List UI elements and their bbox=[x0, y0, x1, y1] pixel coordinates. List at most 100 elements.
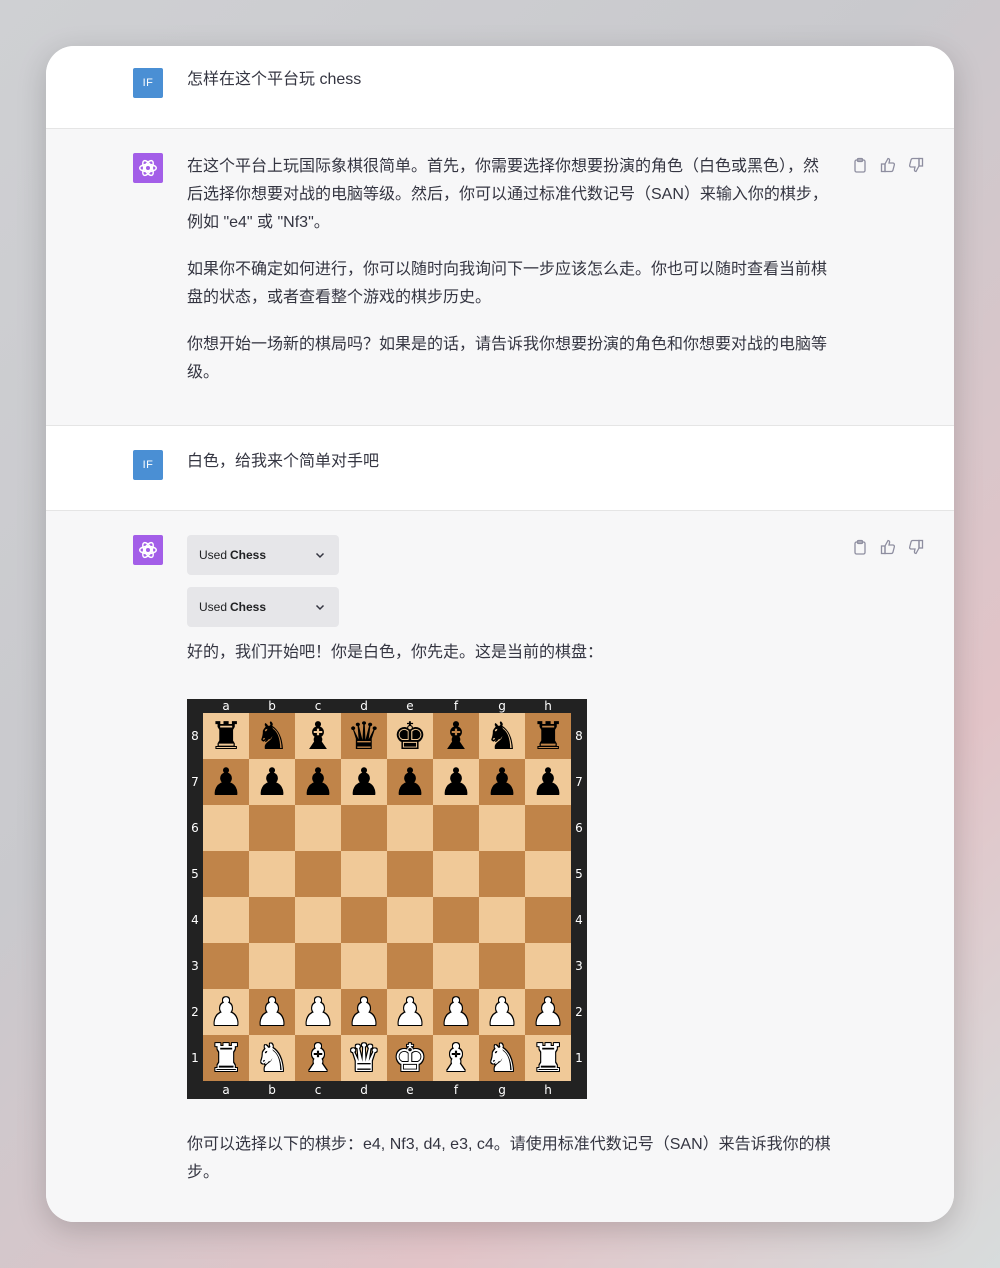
square-g2: ♟ bbox=[479, 989, 525, 1035]
white-pawn-icon: ♟ bbox=[346, 990, 382, 1034]
paragraph: 你想开始一场新的棋局吗？如果是的话，请告诉我你想要扮演的角色和你想要对战的电脑等… bbox=[187, 336, 828, 381]
file-label: f bbox=[453, 1083, 459, 1097]
square-f6 bbox=[433, 805, 479, 851]
rank-label: 4 bbox=[575, 913, 583, 927]
square-e3 bbox=[387, 943, 433, 989]
square-a1: ♜ bbox=[203, 1035, 249, 1081]
black-pawn-icon: ♟ bbox=[208, 760, 244, 804]
clipboard-icon[interactable] bbox=[852, 157, 868, 173]
square-f8: ♝ bbox=[433, 713, 479, 759]
rank-label: 4 bbox=[191, 913, 199, 927]
assistant-message-1: 在这个平台上玩国际象棋很简单。首先，你需要选择你想要扮演的角色（白色或黑色），然… bbox=[46, 129, 954, 425]
assistant-avatar bbox=[133, 535, 163, 565]
square-g3 bbox=[479, 943, 525, 989]
white-pawn-icon: ♟ bbox=[484, 990, 520, 1034]
white-pawn-icon: ♟ bbox=[438, 990, 474, 1034]
square-h4 bbox=[525, 897, 571, 943]
black-pawn-icon: ♟ bbox=[346, 760, 382, 804]
square-h6 bbox=[525, 805, 571, 851]
rank-label: 2 bbox=[575, 1005, 583, 1019]
clipboard-icon[interactable] bbox=[852, 539, 868, 555]
square-c7: ♟ bbox=[295, 759, 341, 805]
square-a4 bbox=[203, 897, 249, 943]
rank-label: 6 bbox=[191, 821, 199, 835]
file-label: h bbox=[544, 1083, 552, 1097]
square-b3 bbox=[249, 943, 295, 989]
square-f5 bbox=[433, 851, 479, 897]
openai-logo-icon bbox=[139, 541, 157, 559]
black-pawn-icon: ♟ bbox=[300, 760, 336, 804]
assistant-message-2: Used Chess Used Chess 好的，我们开始吧！你是白色，你先走。… bbox=[46, 511, 954, 1222]
message-actions bbox=[852, 539, 932, 559]
file-label: c bbox=[314, 1083, 322, 1097]
message-actions bbox=[852, 157, 932, 177]
thumbs-up-icon[interactable] bbox=[880, 539, 896, 555]
square-f7: ♟ bbox=[433, 759, 479, 805]
square-d6 bbox=[341, 805, 387, 851]
square-b5 bbox=[249, 851, 295, 897]
file-label: h bbox=[544, 699, 552, 713]
black-bishop-icon: ♝ bbox=[438, 714, 474, 758]
black-knight-icon: ♞ bbox=[484, 714, 520, 758]
square-a6 bbox=[203, 805, 249, 851]
thumbs-down-icon[interactable] bbox=[908, 539, 924, 555]
square-h3 bbox=[525, 943, 571, 989]
white-queen-icon: ♛ bbox=[346, 1036, 382, 1080]
square-b7: ♟ bbox=[249, 759, 295, 805]
tool-used-label: Used bbox=[199, 600, 228, 614]
rank-label: 8 bbox=[191, 729, 199, 743]
square-a2: ♟ bbox=[203, 989, 249, 1035]
file-label: g bbox=[498, 1083, 506, 1097]
chevron-down-icon bbox=[315, 552, 325, 559]
square-a7: ♟ bbox=[203, 759, 249, 805]
thumbs-up-icon[interactable] bbox=[880, 157, 896, 173]
white-knight-icon: ♞ bbox=[484, 1036, 520, 1080]
white-pawn-icon: ♟ bbox=[254, 990, 290, 1034]
square-e2: ♟ bbox=[387, 989, 433, 1035]
square-f4 bbox=[433, 897, 479, 943]
file-label: f bbox=[453, 699, 459, 713]
square-b8: ♞ bbox=[249, 713, 295, 759]
file-label: d bbox=[360, 699, 368, 713]
file-label: a bbox=[222, 699, 230, 713]
file-label: e bbox=[406, 699, 414, 713]
square-c2: ♟ bbox=[295, 989, 341, 1035]
square-c8: ♝ bbox=[295, 713, 341, 759]
white-rook-icon: ♜ bbox=[208, 1036, 244, 1080]
white-bishop-icon: ♝ bbox=[300, 1036, 336, 1080]
rank-label: 8 bbox=[575, 729, 583, 743]
black-pawn-icon: ♟ bbox=[530, 760, 566, 804]
paragraph: 如果你不确定如何进行，你可以随时向我询问下一步应该怎么走。你也可以随时查看当前棋… bbox=[187, 261, 828, 306]
square-d5 bbox=[341, 851, 387, 897]
file-label: d bbox=[360, 1083, 368, 1097]
chevron-down-icon bbox=[315, 604, 325, 611]
square-f2: ♟ bbox=[433, 989, 479, 1035]
square-c5 bbox=[295, 851, 341, 897]
square-e6 bbox=[387, 805, 433, 851]
black-king-icon: ♚ bbox=[392, 714, 428, 758]
board-grid: ♜ ♞ ♝ ♛ ♚ ♝ ♞ ♜ ♟ ♟ ♟ ♟ ♟ ♟ ♟ ♟ ♟ ♟ ♟ ♟ ♟ ♟ ♟ ♟ ♜ ♞ ♝ ♛ ♚ ♝ ♞ ♜ bbox=[203, 713, 571, 1081]
thumbs-down-icon[interactable] bbox=[908, 157, 924, 173]
paragraph: 在这个平台上玩国际象棋很简单。首先，你需要选择你想要扮演的角色（白色或黑色），然… bbox=[187, 158, 828, 231]
black-queen-icon: ♛ bbox=[346, 714, 382, 758]
black-pawn-icon: ♟ bbox=[254, 760, 290, 804]
square-f1: ♝ bbox=[433, 1035, 479, 1081]
square-a8: ♜ bbox=[203, 713, 249, 759]
square-d1: ♛ bbox=[341, 1035, 387, 1081]
file-label: a bbox=[222, 1083, 230, 1097]
square-h8: ♜ bbox=[525, 713, 571, 759]
square-e8: ♚ bbox=[387, 713, 433, 759]
white-king-icon: ♚ bbox=[392, 1036, 428, 1080]
file-label: b bbox=[268, 1083, 276, 1097]
square-c1: ♝ bbox=[295, 1035, 341, 1081]
white-bishop-icon: ♝ bbox=[438, 1036, 474, 1080]
white-knight-icon: ♞ bbox=[254, 1036, 290, 1080]
tool-used-label: Used bbox=[199, 548, 228, 562]
tool-usage-dropdown[interactable]: Used Chess bbox=[187, 535, 339, 575]
square-h5 bbox=[525, 851, 571, 897]
black-pawn-icon: ♟ bbox=[392, 760, 428, 804]
user-message-text: 怎样在这个平台玩 chess bbox=[187, 71, 362, 88]
tool-usage-dropdown[interactable]: Used Chess bbox=[187, 587, 339, 627]
tool-name: Chess bbox=[230, 600, 267, 614]
rank-label: 7 bbox=[191, 775, 199, 789]
